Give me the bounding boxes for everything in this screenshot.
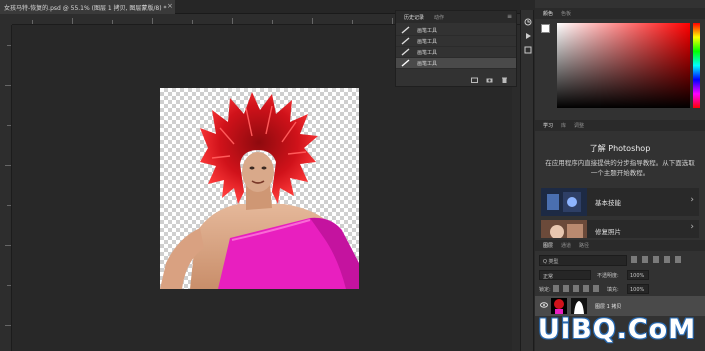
history-panel: 历史记录 动作 ≡ 画笔工具 画笔工具 画笔工具 画笔工具 — [395, 10, 517, 87]
history-icon[interactable] — [524, 18, 532, 26]
watermark-logo: UiBQ.CoM — [532, 310, 702, 348]
document-tab[interactable]: 女孩马特-恢复的.psd @ 55.1% (图层 1 拷贝, 图层蒙版/8) * — [0, 0, 175, 14]
adjustment-filter-icon[interactable] — [642, 256, 648, 263]
history-item[interactable]: 画笔工具 — [396, 47, 516, 58]
eye-icon[interactable] — [540, 302, 548, 308]
lock-label: 锁定: — [539, 287, 551, 293]
properties-icon[interactable] — [524, 46, 532, 54]
layer-filter-select[interactable]: Q 类型 — [539, 255, 627, 266]
panel-menu-icon[interactable]: ≡ — [507, 13, 512, 20]
brush-icon — [401, 37, 410, 45]
history-item[interactable]: 画笔工具 — [396, 36, 516, 47]
vertical-ruler[interactable] — [0, 25, 12, 351]
learn-title: 了解 Photoshop — [589, 144, 651, 153]
history-item-label: 画笔工具 — [417, 27, 438, 34]
tab-library[interactable]: 库 — [557, 122, 570, 129]
watermark-text: UiBQ.CoM — [537, 313, 697, 345]
history-footer — [471, 77, 508, 83]
lock-position-icon[interactable] — [573, 285, 579, 292]
smart-filter-icon[interactable] — [675, 256, 681, 263]
fg-bg-swatches[interactable] — [541, 24, 555, 38]
layer-filter-icons — [631, 256, 681, 263]
camera-icon[interactable] — [486, 77, 493, 83]
pixel-filter-icon[interactable] — [631, 256, 637, 263]
lock-paint-icon[interactable] — [563, 285, 569, 292]
tab-channels[interactable]: 通道 — [557, 242, 575, 249]
blend-mode-select[interactable]: 正常 — [539, 270, 591, 280]
opacity-label: 不透明度: — [597, 273, 619, 279]
tab-layers[interactable]: 图层 — [539, 242, 557, 249]
history-panel-tabs: 历史记录 动作 — [396, 11, 516, 23]
lock-artboard-icon[interactable] — [583, 285, 589, 292]
close-tab-icon[interactable]: × — [167, 2, 173, 10]
history-item[interactable]: 画笔工具 — [396, 25, 516, 36]
chevron-right-icon: › — [690, 222, 694, 232]
ruler-corner — [0, 14, 12, 25]
shape-filter-icon[interactable] — [664, 256, 670, 263]
layer-name: 图层 1 拷贝 — [595, 304, 622, 310]
tab-history[interactable]: 历史记录 — [399, 14, 429, 21]
fill-label: 填充: — [607, 287, 619, 293]
history-item-label: 画笔工具 — [417, 38, 438, 45]
document-canvas[interactable] — [160, 88, 359, 289]
brush-icon — [401, 59, 410, 67]
right-panel-dock: 颜色 色板 学习 库 调整 了解 Photoshop 在应用程序内直接提供的分步… — [535, 0, 705, 351]
tutorial-thumbnail — [541, 188, 587, 216]
tutorial-label: 基本技能 — [595, 199, 621, 207]
tutorial-label: 修复照片 — [595, 228, 621, 236]
hue-slider[interactable] — [693, 23, 700, 108]
history-item-label: 画笔工具 — [417, 60, 438, 67]
photo-artwork — [160, 92, 359, 289]
type-filter-icon[interactable] — [653, 256, 659, 263]
lock-pixels-icon[interactable] — [553, 285, 559, 292]
tutorial-card-fix-photo[interactable]: 修复照片 › — [541, 220, 699, 238]
tab-paths[interactable]: 路径 — [575, 242, 593, 249]
tab-swatches[interactable]: 色板 — [557, 10, 575, 17]
tab-actions[interactable]: 动作 — [429, 14, 449, 21]
fill-input[interactable]: 100% — [627, 284, 649, 294]
chevron-right-icon: › — [690, 195, 694, 205]
lock-icons — [553, 285, 599, 292]
foreground-swatch[interactable] — [541, 24, 550, 33]
learn-description: 在应用程序内直接提供的分步指导教程。从下面选取一个主题开始教程。 — [545, 159, 695, 177]
panel-icon-strip — [520, 10, 534, 351]
history-list: 画笔工具 画笔工具 画笔工具 画笔工具 — [396, 23, 516, 69]
tutorial-thumbnail — [541, 220, 587, 238]
color-picker-field[interactable] — [557, 23, 690, 108]
trash-icon[interactable] — [501, 77, 508, 83]
brush-icon — [401, 48, 410, 56]
opacity-input[interactable]: 100% — [627, 270, 649, 280]
tab-learn[interactable]: 学习 — [539, 122, 557, 129]
actions-icon[interactable] — [524, 32, 532, 40]
color-panel-tabs: 颜色 色板 — [535, 8, 705, 19]
tutorial-card-basic-skills[interactable]: 基本技能 › — [541, 188, 699, 216]
layers-panel-tabs: 图层 通道 路径 — [535, 240, 705, 251]
history-item-active[interactable]: 画笔工具 — [396, 58, 516, 69]
brush-icon — [401, 26, 410, 34]
snapshot-icon[interactable] — [471, 77, 478, 83]
history-item-label: 画笔工具 — [417, 49, 438, 56]
document-tab-title: 女孩马特-恢复的.psd @ 55.1% (图层 1 拷贝, 图层蒙版/8) * — [4, 5, 167, 12]
lock-all-icon[interactable] — [593, 285, 599, 292]
tab-adjustments[interactable]: 调整 — [570, 122, 588, 129]
tab-color[interactable]: 颜色 — [539, 10, 557, 17]
learn-panel-tabs: 学习 库 调整 — [535, 120, 705, 131]
